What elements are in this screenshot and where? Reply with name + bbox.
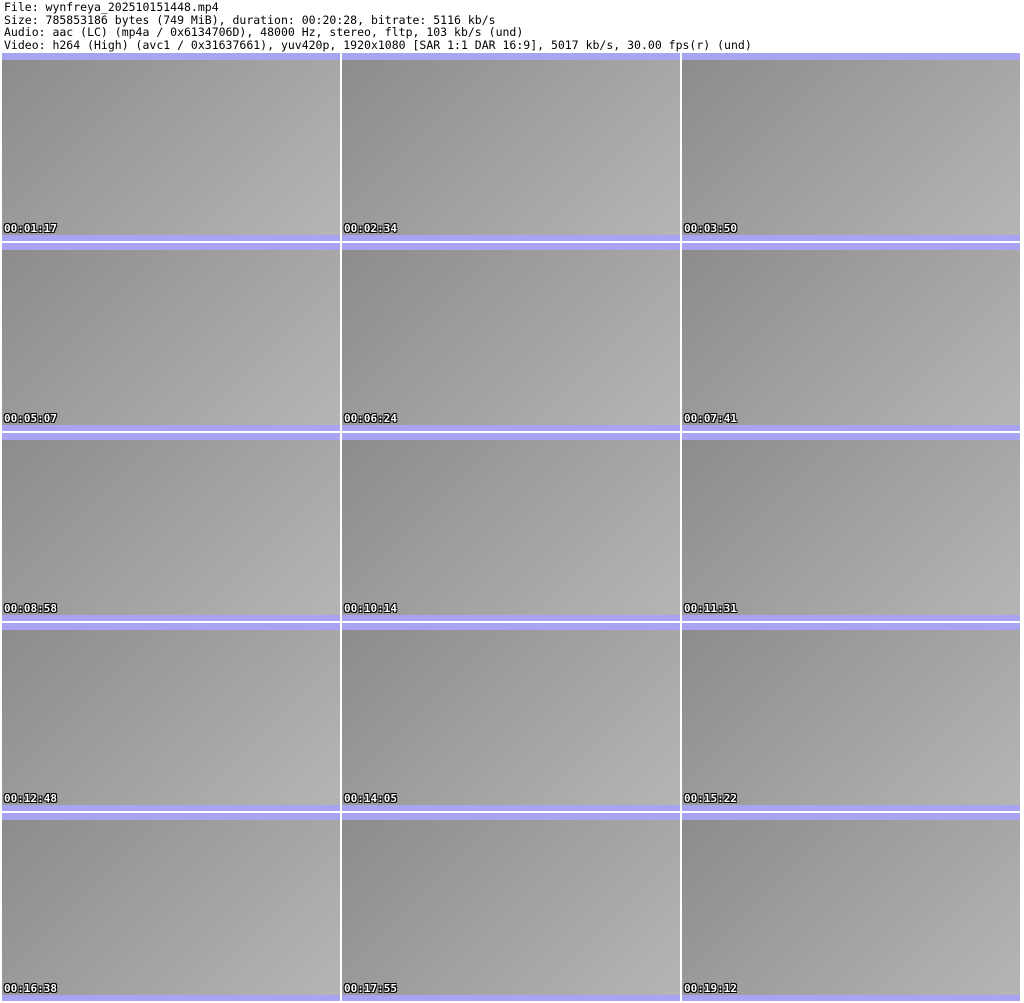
overlay-strip-top [342,813,680,820]
overlay-strip-top [2,813,340,820]
overlay-strip-top [2,243,340,250]
overlay-strip-top [342,53,680,60]
overlay-strip-bottom [2,425,340,431]
overlay-strip-bottom [2,995,340,1001]
thumbnail-grid: 00:01:17 00:02:34 00:03:50 00:05:07 00:06:24… [2,53,1020,1001]
frame-timestamp: 00:10:14 [344,602,397,615]
overlay-strip-bottom [342,805,680,811]
thumbnail-frame: 00:14:05 [342,623,680,811]
frame-timestamp: 00:05:07 [4,412,57,425]
overlay-strip-top [342,623,680,630]
overlay-strip-bottom [682,615,1020,621]
frame-timestamp: 00:01:17 [4,222,57,235]
video-info: Video: h264 (High) (avc1 / 0x31637661), … [4,37,752,52]
overlay-strip-bottom [2,805,340,811]
overlay-strip-top [2,433,340,440]
thumbnail-frame: 00:07:41 [682,243,1020,431]
thumbnail-frame: 00:17:55 [342,813,680,1001]
frame-timestamp: 00:06:24 [344,412,397,425]
frame-placeholder [342,250,680,425]
overlay-strip-bottom [342,235,680,241]
overlay-strip-bottom [342,425,680,431]
thumbnail-frame: 00:05:07 [2,243,340,431]
frame-timestamp: 00:14:05 [344,792,397,805]
overlay-strip-top [682,433,1020,440]
frame-placeholder [342,440,680,615]
overlay-strip-bottom [2,615,340,621]
frame-placeholder [682,440,1020,615]
frame-placeholder [682,630,1020,805]
frame-placeholder [682,820,1020,995]
overlay-strip-top [682,243,1020,250]
frame-timestamp: 00:17:55 [344,982,397,995]
frame-placeholder [2,60,340,235]
thumbnail-frame: 00:03:50 [682,53,1020,241]
overlay-strip-bottom [682,995,1020,1001]
thumbnail-frame: 00:19:12 [682,813,1020,1001]
frame-timestamp: 00:07:41 [684,412,737,425]
thumbnail-frame: 00:11:31 [682,433,1020,621]
frame-timestamp: 00:19:12 [684,982,737,995]
overlay-strip-top [2,53,340,60]
file-name: File: wynfreya_202510151448.mp4 [4,0,219,14]
frame-placeholder [2,820,340,995]
overlay-strip-bottom [682,425,1020,431]
overlay-strip-top [2,623,340,630]
overlay-strip-top [342,433,680,440]
frame-placeholder [682,250,1020,425]
overlay-strip-bottom [682,805,1020,811]
frame-placeholder [342,60,680,235]
thumbnail-frame: 00:15:22 [682,623,1020,811]
thumbnail-frame: 00:10:14 [342,433,680,621]
frame-placeholder [342,630,680,805]
audio-info: Audio: aac (LC) (mp4a / 0x6134706D), 480… [4,25,524,40]
frame-placeholder [2,440,340,615]
overlay-strip-top [682,813,1020,820]
thumbnail-frame: 00:01:17 [2,53,340,241]
frame-timestamp: 00:02:34 [344,222,397,235]
frame-placeholder [682,60,1020,235]
overlay-strip-top [682,53,1020,60]
overlay-strip-bottom [342,995,680,1001]
thumbnail-frame: 00:02:34 [342,53,680,241]
thumbnail-frame: 00:16:38 [2,813,340,1001]
frame-timestamp: 00:15:22 [684,792,737,805]
overlay-strip-bottom [682,235,1020,241]
thumbnail-frame: 00:08:58 [2,433,340,621]
frame-timestamp: 00:16:38 [4,982,57,995]
overlay-strip-top [342,243,680,250]
thumbnail-frame: 00:12:48 [2,623,340,811]
file-info-header: File: wynfreya_202510151448.mp4 Size: 785… [4,1,752,51]
frame-timestamp: 00:12:48 [4,792,57,805]
frame-timestamp: 00:11:31 [684,602,737,615]
overlay-strip-bottom [342,615,680,621]
frame-timestamp: 00:08:58 [4,602,57,615]
frame-placeholder [2,630,340,805]
overlay-strip-bottom [2,235,340,241]
frame-placeholder [342,820,680,995]
thumbnail-frame: 00:06:24 [342,243,680,431]
overlay-strip-top [682,623,1020,630]
frame-placeholder [2,250,340,425]
frame-timestamp: 00:03:50 [684,222,737,235]
